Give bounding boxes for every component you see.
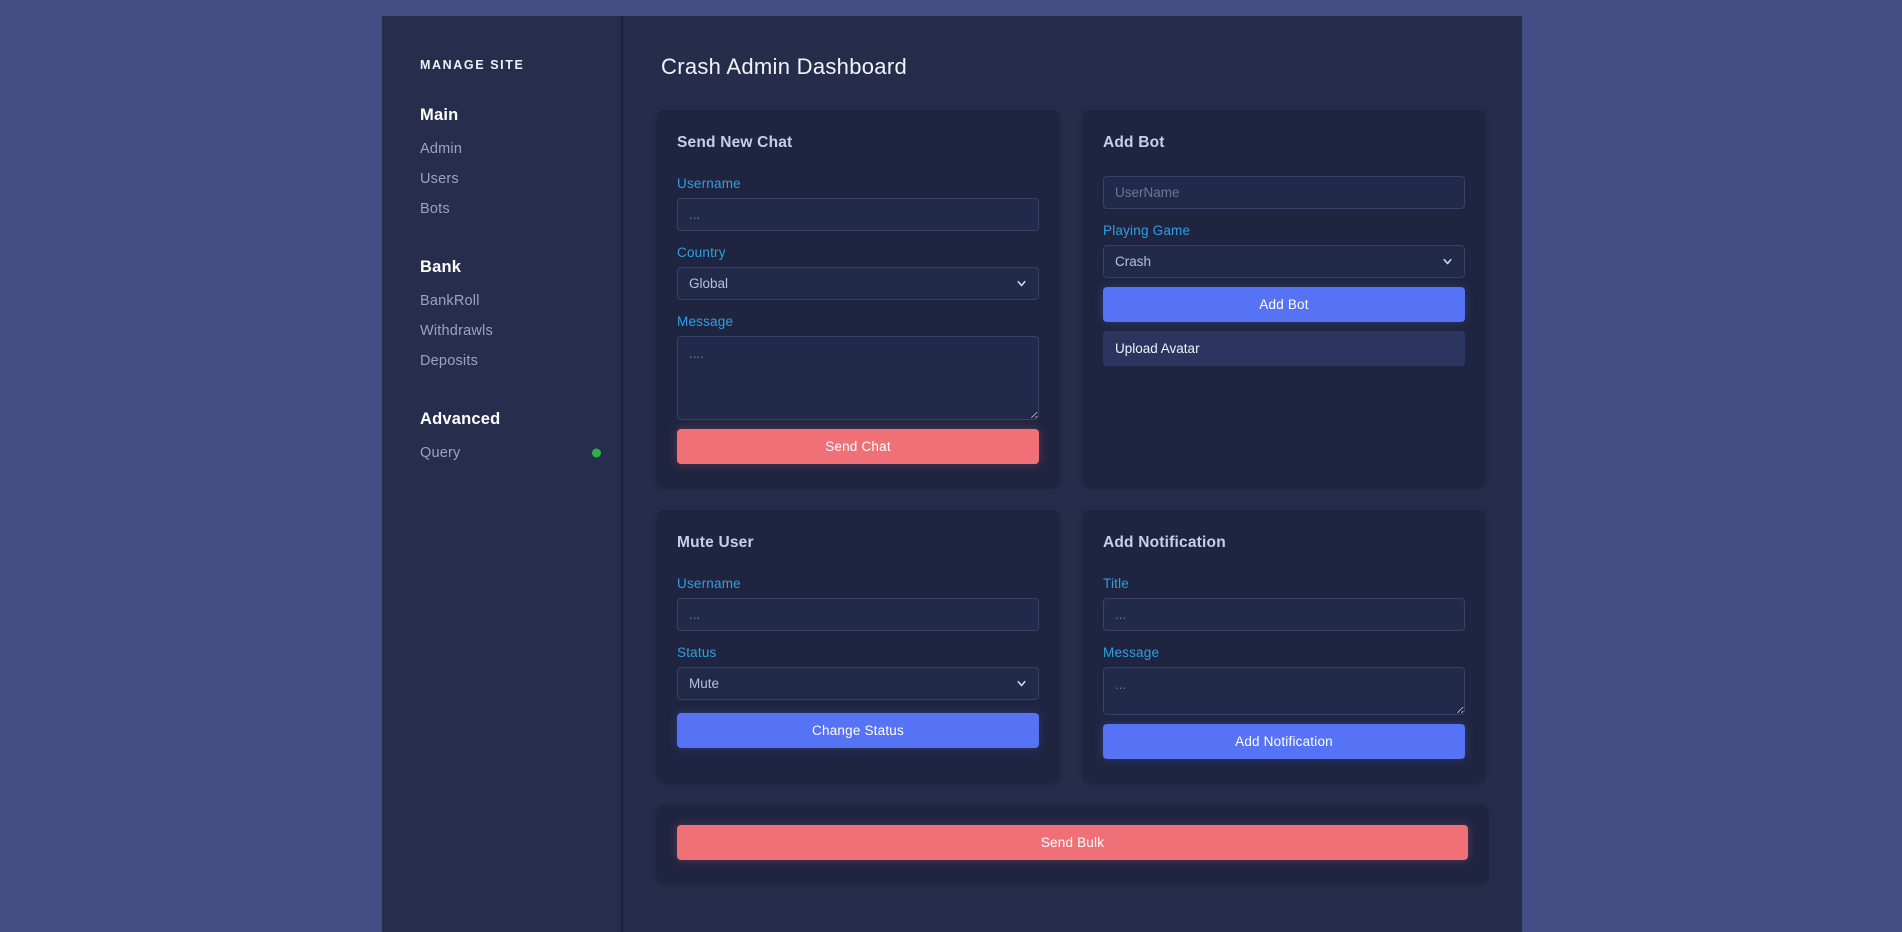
sidebar-item-label: Deposits [420, 353, 478, 369]
status-dot-icon [592, 449, 601, 458]
sidebar-item-withdrawls[interactable]: Withdrawls [382, 316, 621, 346]
change-status-button[interactable]: Change Status [677, 713, 1039, 748]
notification-title-input[interactable] [1103, 598, 1465, 631]
send-chat-button[interactable]: Send Chat [677, 429, 1039, 464]
app-shell: MANAGE SITE Main Admin Users Bots Bank B… [382, 16, 1522, 932]
chat-message-textarea[interactable] [677, 336, 1039, 420]
chat-country-select[interactable]: Global [677, 267, 1039, 300]
status-label: Status [677, 645, 1039, 660]
message-label: Message [1103, 645, 1465, 660]
nav-group-title-main: Main [382, 106, 621, 125]
brand-label: MANAGE SITE [382, 46, 621, 72]
username-label: Username [677, 576, 1039, 591]
sidebar-item-label: BankRoll [420, 293, 480, 309]
bot-username-input[interactable] [1103, 176, 1465, 209]
mute-username-input[interactable] [677, 598, 1039, 631]
card-send-new-chat: Send New Chat Username Country Global [657, 110, 1059, 486]
spacer [677, 231, 1039, 245]
sidebar-item-query[interactable]: Query [382, 438, 621, 468]
sidebar-item-label: Bots [420, 201, 450, 217]
chat-username-input[interactable] [677, 198, 1039, 231]
nav-group-title-advanced: Advanced [382, 410, 621, 429]
nav-group-advanced: Advanced Query [382, 410, 621, 468]
card-add-bot: Add Bot Playing Game Crash Add Bot Uploa… [1083, 110, 1485, 486]
card-title: Add Notification [1103, 534, 1465, 552]
spacer [1103, 631, 1465, 645]
country-label: Country [677, 245, 1039, 260]
sidebar-item-admin[interactable]: Admin [382, 134, 621, 164]
card-mute-user: Mute User Username Status Mute Change St… [657, 510, 1059, 781]
main-content: Crash Admin Dashboard Send New Chat User… [623, 16, 1522, 932]
title-label: Title [1103, 576, 1465, 591]
bot-game-select[interactable]: Crash [1103, 245, 1465, 278]
playing-game-label: Playing Game [1103, 223, 1465, 238]
notification-message-textarea[interactable] [1103, 667, 1465, 715]
mute-status-select[interactable]: Mute [677, 667, 1039, 700]
card-title: Send New Chat [677, 134, 1039, 152]
page-title: Crash Admin Dashboard [661, 54, 1494, 80]
add-notification-button[interactable]: Add Notification [1103, 724, 1465, 759]
sidebar-item-label: Query [420, 445, 461, 461]
game-select-wrap: Crash [1103, 245, 1465, 278]
nav-group-bank: Bank BankRoll Withdrawls Deposits [382, 258, 621, 376]
cards-grid: Send New Chat Username Country Global [651, 110, 1494, 882]
country-select-wrap: Global [677, 267, 1039, 300]
sidebar-item-label: Withdrawls [420, 323, 493, 339]
sidebar: MANAGE SITE Main Admin Users Bots Bank B… [382, 16, 623, 932]
sidebar-item-bots[interactable]: Bots [382, 194, 621, 224]
card-add-notification: Add Notification Title Message Add Notif… [1083, 510, 1485, 781]
username-label: Username [677, 176, 1039, 191]
sidebar-item-deposits[interactable]: Deposits [382, 346, 621, 376]
add-bot-button[interactable]: Add Bot [1103, 287, 1465, 322]
sidebar-item-label: Users [420, 171, 459, 187]
card-send-bulk: Send Bulk [657, 805, 1488, 882]
status-select-wrap: Mute [677, 667, 1039, 700]
card-title: Add Bot [1103, 134, 1465, 152]
page-root: MANAGE SITE Main Admin Users Bots Bank B… [0, 0, 1902, 932]
sidebar-item-users[interactable]: Users [382, 164, 621, 194]
spacer [677, 631, 1039, 645]
nav-group-main: Main Admin Users Bots [382, 106, 621, 224]
nav-group-title-bank: Bank [382, 258, 621, 277]
message-label: Message [677, 314, 1039, 329]
upload-avatar-button[interactable]: Upload Avatar [1103, 331, 1465, 366]
send-bulk-button[interactable]: Send Bulk [677, 825, 1468, 860]
card-title: Mute User [677, 534, 1039, 552]
sidebar-item-label: Admin [420, 141, 462, 157]
spacer [677, 300, 1039, 314]
sidebar-item-bankroll[interactable]: BankRoll [382, 286, 621, 316]
spacer [1103, 209, 1465, 223]
